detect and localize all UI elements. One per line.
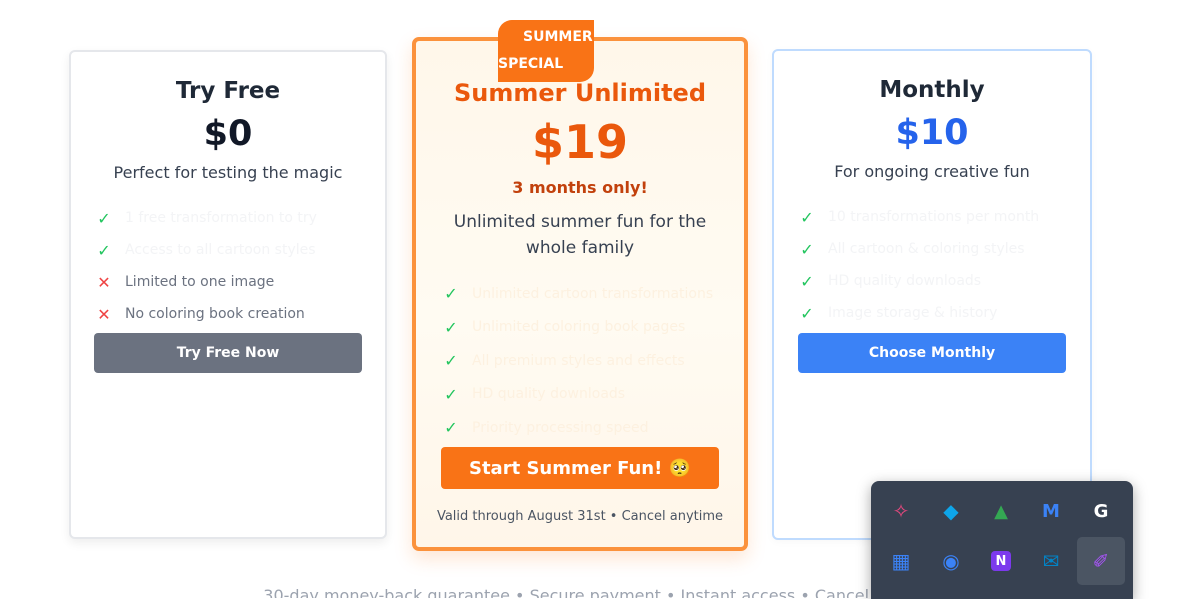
outlook-icon[interactable]: ✉ <box>1027 537 1075 585</box>
feature-item: ✓ Unlimited coloring book pages <box>442 311 728 345</box>
feature-item: ✓ All cartoon & coloring styles <box>798 233 1074 265</box>
system-tray-overflow: ✧ ◆ ▲ M G ▦ ◉ N ✉ ✐ <box>871 481 1133 599</box>
task-manager-icon[interactable]: ▦ <box>877 537 925 585</box>
check-icon: ✓ <box>800 207 814 227</box>
m-app-icon[interactable]: M <box>1027 487 1075 535</box>
check-icon: ✓ <box>97 240 111 260</box>
feather-icon[interactable]: ✐ <box>1077 537 1125 585</box>
plan-price: $10 <box>895 113 969 153</box>
start-summer-button[interactable]: Start Summer Fun! 🥺 <box>441 447 719 489</box>
copilot-icon[interactable]: ✧ <box>877 487 925 535</box>
feature-item: ✓ Image storage & history <box>798 297 1074 329</box>
check-icon: ✓ <box>444 384 458 404</box>
plan-card-monthly: Monthly $10 For ongoing creative fun ✓ 10… <box>772 49 1092 540</box>
plan-price: $19 <box>531 115 629 169</box>
feature-item: ✓ 10 transformations per month <box>798 201 1074 233</box>
plan-name: Try Free <box>175 78 281 104</box>
grammarly-icon[interactable]: G <box>1077 487 1125 535</box>
plan-description: Unlimited summer fun for the whole famil… <box>453 212 707 258</box>
check-icon: ✓ <box>97 208 111 228</box>
plan-price: $0 <box>203 114 253 154</box>
feature-item: ✓ Access to all cartoon styles <box>95 234 369 266</box>
plan-card-free: Try Free $0 Perfect for testing the magi… <box>69 50 387 539</box>
check-icon: ✓ <box>444 284 458 304</box>
feature-item: ✓ Priority processing speed <box>442 411 728 445</box>
limited-time-note: 3 months only! <box>512 178 648 197</box>
cross-icon: ✕ <box>97 272 111 292</box>
plan-name: Monthly <box>879 77 985 103</box>
feature-item: ✓ HD quality downloads <box>798 265 1074 297</box>
feature-item: ✓ All premium styles and effects <box>442 344 728 378</box>
feature-item: ✓ 1 free transformation to try <box>95 202 369 234</box>
google-drive-icon[interactable]: ▲ <box>977 487 1025 535</box>
plan-card-summer: Summer Unlimited $19 3 months only! Unli… <box>412 37 748 551</box>
feature-item: ✕ Limited to one image <box>95 266 369 298</box>
cross-icon: ✕ <box>97 304 111 324</box>
feature-list: ✓ 1 free transformation to try ✓ Access to… <box>95 202 369 330</box>
check-icon: ✓ <box>444 418 458 438</box>
defender-icon[interactable]: ◆ <box>927 487 975 535</box>
check-icon: ✓ <box>800 239 814 259</box>
check-icon: ✓ <box>444 351 458 371</box>
feature-item: ✓ Unlimited cartoon transformations <box>442 277 728 311</box>
feature-item: ✕ No coloring book creation <box>95 298 369 330</box>
feature-item: ✓ HD quality downloads <box>442 378 728 412</box>
check-icon: ✓ <box>444 317 458 337</box>
choose-monthly-button[interactable]: Choose Monthly <box>798 333 1066 373</box>
onenote-icon[interactable]: N <box>977 537 1025 585</box>
feature-list: ✓ 10 transformations per month ✓ All carto… <box>798 201 1074 329</box>
check-icon: ✓ <box>800 303 814 323</box>
validity-note: Valid through August 31st • Cancel anyti… <box>436 509 724 524</box>
plan-name: Summer Unlimited <box>453 79 707 107</box>
try-free-button[interactable]: Try Free Now <box>94 333 362 373</box>
check-icon: ✓ <box>800 271 814 291</box>
summer-special-badge: SUMMER SPECIAL <box>498 20 594 82</box>
camera-icon[interactable]: ◉ <box>927 537 975 585</box>
plan-description: For ongoing creative fun <box>834 162 1030 181</box>
plan-description: Perfect for testing the magic <box>113 163 343 182</box>
feature-list: ✓ Unlimited cartoon transformations ✓ Unli… <box>442 277 728 445</box>
